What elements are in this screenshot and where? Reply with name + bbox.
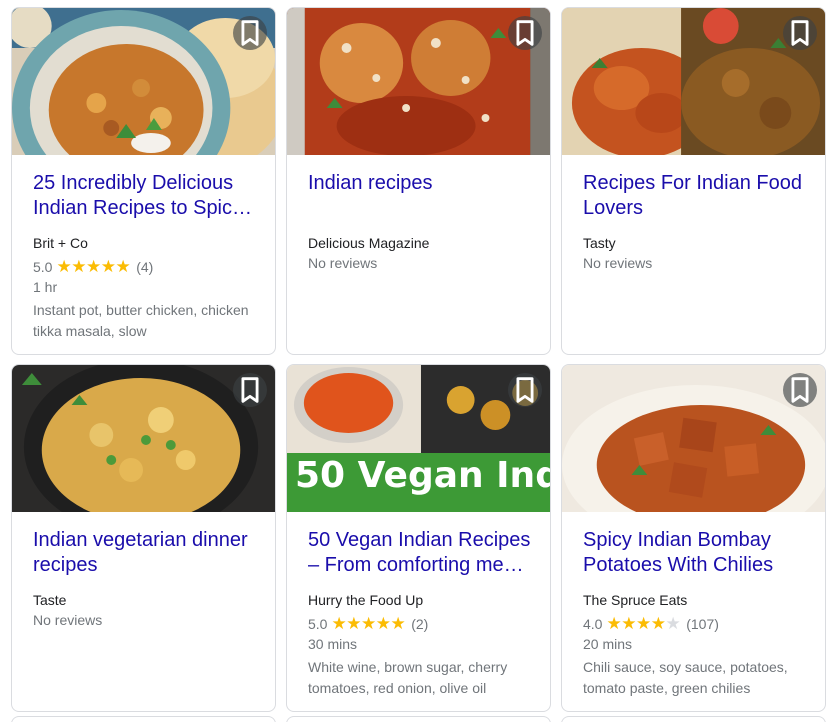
recipe-photo[interactable] [287, 8, 550, 155]
star-icon: ★ [56, 257, 72, 276]
save-recipe-button[interactable] [233, 16, 267, 50]
review-count: (107) [686, 616, 719, 632]
recipe-source: Brit + Co [33, 235, 88, 251]
recipe-title[interactable]: Indian vegetarian dinner recipes [33, 528, 259, 578]
recipe-source: Hurry the Food Up [308, 592, 424, 608]
recipe-card[interactable]: Spicy Indian Bombay Potatoes With Chilie… [561, 364, 826, 712]
recipe-source: The Spruce Eats [583, 592, 688, 608]
recipe-card[interactable]: 50 Vegan Indian Recipes 50 Vegan Indian … [286, 364, 551, 712]
bookmark-icon [791, 20, 809, 46]
recipe-reviews: No reviews [583, 255, 653, 271]
star-icon: ★ [360, 614, 376, 633]
recipe-source: Delicious Magazine [308, 235, 430, 251]
recipe-photo[interactable] [12, 365, 275, 512]
bookmark-icon [516, 377, 534, 403]
recipe-results-grid: 25 Incredibly Delicious Indian Recipes t… [11, 7, 826, 722]
star-empty-icon: ★ [665, 614, 681, 633]
recipe-title[interactable]: Spicy Indian Bombay Potatoes With Chilie… [583, 528, 809, 578]
bookmark-icon [241, 20, 259, 46]
recipe-card-partial[interactable] [286, 716, 551, 722]
recipe-card[interactable]: 25 Incredibly Delicious Indian Recipes t… [11, 7, 276, 355]
rating-value: 5.0 [33, 259, 53, 275]
recipe-source: Tasty [583, 235, 616, 251]
recipe-title[interactable]: 50 Vegan Indian Recipes – From comfortin… [308, 528, 534, 578]
cook-time: 30 mins [308, 636, 358, 652]
cook-time: 1 hr [33, 279, 58, 295]
bookmark-icon [241, 377, 259, 403]
recipe-photo[interactable] [562, 365, 825, 512]
rating-value: 5.0 [308, 616, 328, 632]
recipe-card[interactable]: Indian vegetarian dinner recipes Taste N… [11, 364, 276, 712]
recipe-reviews: No reviews [308, 255, 378, 271]
star-icon: ★ [85, 257, 101, 276]
star-icon: ★ [331, 614, 347, 633]
review-count: (2) [411, 616, 429, 632]
recipe-photo[interactable] [12, 8, 275, 155]
recipe-card[interactable]: Indian recipes Delicious Magazine No rev… [286, 7, 551, 355]
rating-value: 4.0 [583, 616, 603, 632]
star-icon: ★ [635, 614, 651, 633]
star-icon: ★ [115, 257, 131, 276]
recipe-rating: 5.0 ★★★★★ (2) [308, 614, 534, 634]
recipe-title[interactable]: Indian recipes [308, 171, 534, 221]
bookmark-icon [516, 20, 534, 46]
star-icon: ★ [100, 257, 116, 276]
star-icon: ★ [346, 614, 361, 633]
recipe-ingredients: White wine, brown sugar, cherry tomatoes… [308, 659, 508, 696]
recipe-rating: 4.0 ★★★★★ (107) [583, 614, 809, 634]
recipe-card[interactable]: Recipes For Indian Food Lovers Tasty No … [561, 7, 826, 355]
review-count: (4) [136, 259, 154, 275]
star-icon: ★ [606, 614, 622, 633]
rating-stars: ★★★★★ [56, 257, 130, 277]
save-recipe-button[interactable] [783, 16, 817, 50]
rating-stars: ★★★★★ [331, 614, 405, 634]
recipe-ingredients: Chili sauce, soy sauce, potatoes, tomato… [583, 659, 788, 696]
save-recipe-button[interactable] [783, 373, 817, 407]
recipe-source: Taste [33, 592, 67, 608]
recipe-photo[interactable]: 50 Vegan Indian Recipes [287, 365, 550, 512]
star-icon: ★ [71, 257, 86, 276]
cook-time: 20 mins [583, 636, 633, 652]
star-icon: ★ [650, 614, 666, 633]
recipe-reviews: No reviews [33, 612, 103, 628]
recipe-ingredients: Instant pot, butter chicken, chicken tik… [33, 302, 249, 339]
star-icon: ★ [621, 614, 636, 633]
save-recipe-button[interactable] [508, 373, 542, 407]
recipe-card-partial[interactable] [11, 716, 276, 722]
recipe-title[interactable]: 25 Incredibly Delicious Indian Recipes t… [33, 171, 259, 221]
save-recipe-button[interactable] [233, 373, 267, 407]
save-recipe-button[interactable] [508, 16, 542, 50]
recipe-image-caption: 50 Vegan Indian Recipes [295, 457, 550, 496]
recipe-card-partial[interactable] [561, 716, 826, 722]
recipe-photo[interactable] [562, 8, 825, 155]
star-icon: ★ [390, 614, 406, 633]
recipe-rating: 5.0 ★★★★★ (4) [33, 257, 259, 277]
bookmark-icon [791, 377, 809, 403]
recipe-title[interactable]: Recipes For Indian Food Lovers [583, 171, 809, 221]
rating-stars: ★★★★★ [606, 614, 680, 634]
star-icon: ★ [375, 614, 391, 633]
